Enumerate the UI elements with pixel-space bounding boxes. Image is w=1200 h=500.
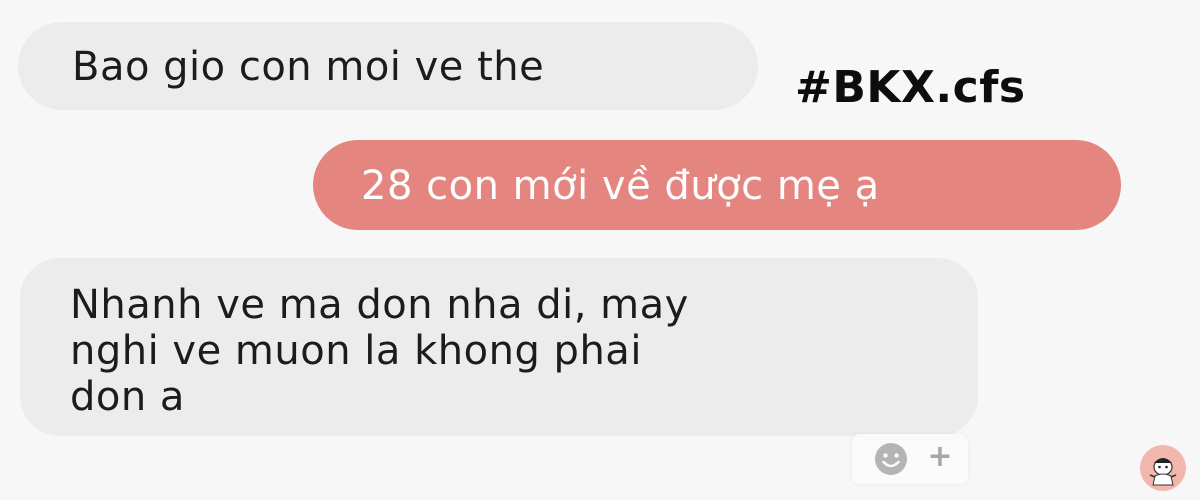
plus-icon[interactable]: + <box>926 440 954 474</box>
incoming-message-text: Bao gio con moi ve the <box>72 44 545 90</box>
avatar[interactable] <box>1140 445 1186 491</box>
incoming-message-bubble-2[interactable]: Nhanh ve ma don nha di, may nghi ve muon… <box>20 258 978 436</box>
avatar-icon <box>1140 445 1186 491</box>
incoming-message-line-2: nghi ve muon la khong phai <box>70 328 642 374</box>
incoming-message-line-3: don a <box>70 374 185 420</box>
watermark-hashtag: #BKX.cfs <box>795 62 1026 113</box>
outgoing-message-text: 28 con mới về được mẹ ạ <box>361 163 880 209</box>
smiley-icon[interactable] <box>874 442 908 476</box>
outgoing-message-bubble[interactable]: 28 con mới về được mẹ ạ <box>313 140 1121 230</box>
incoming-message-line-1: Nhanh ve ma don nha di, may <box>70 282 689 328</box>
incoming-message-bubble[interactable]: Bao gio con moi ve the <box>18 22 758 110</box>
